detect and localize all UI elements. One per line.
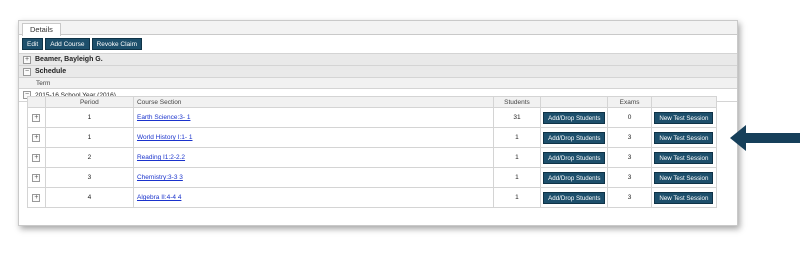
students-cell: 1 <box>492 147 542 168</box>
period-cell: 4 <box>44 187 134 208</box>
toolbar: Edit Add Course Revoke Claim <box>19 35 737 53</box>
add-drop-students-button[interactable]: Add/Drop Students <box>543 191 606 204</box>
add-course-button[interactable]: Add Course <box>45 38 90 50</box>
students-cell: 1 <box>492 127 542 148</box>
collapse-icon[interactable]: − <box>23 67 31 76</box>
students-cell: 31 <box>492 107 542 128</box>
course-section-cell: Earth Science:3- 1 <box>132 107 494 128</box>
course-link[interactable]: World History I:1- 1 <box>137 134 193 141</box>
period-cell: 1 <box>44 107 134 128</box>
course-section-cell: Reading I1:2-2.2 <box>132 147 494 168</box>
new-test-session-button[interactable]: New Test Session <box>654 191 714 204</box>
add-drop-cell: Add/Drop Students <box>540 107 609 128</box>
add-drop-cell: Add/Drop Students <box>540 127 609 148</box>
schedule-label: Schedule <box>35 68 67 75</box>
row-expand-cell: + <box>27 147 46 168</box>
table-row: +2 Reading I1:2-2.2 1 Add/Drop Students 3 New… <box>27 147 718 168</box>
row-expand-cell: + <box>27 167 46 188</box>
period-cell: 1 <box>44 127 134 148</box>
schedule-section[interactable]: − Schedule <box>19 65 737 77</box>
students-cell: 1 <box>492 187 542 208</box>
add-drop-students-button[interactable]: Add/Drop Students <box>543 151 606 164</box>
course-section-cell: Algebra II:4-4 4 <box>132 187 494 208</box>
course-link[interactable]: Chemistry:3-3 3 <box>137 174 183 181</box>
expand-column-header <box>27 96 46 108</box>
course-section-cell: Chemistry:3-3 3 <box>132 167 494 188</box>
period-cell: 3 <box>44 167 134 188</box>
new-test-session-button[interactable]: New Test Session <box>654 151 714 164</box>
course-link[interactable]: Reading I1:2-2.2 <box>137 154 185 161</box>
period-header: Period <box>44 96 134 108</box>
schedule-table: Period Course Section Students Exams +1 E… <box>27 96 718 208</box>
new-test-session-button[interactable]: New Test Session <box>654 171 714 184</box>
student-name: Beamer, Bayleigh G. <box>35 56 103 63</box>
expand-icon[interactable]: + <box>32 133 41 142</box>
expand-icon[interactable]: + <box>32 153 41 162</box>
new-test-column-header <box>650 96 718 108</box>
course-link[interactable]: Algebra II:4-4 4 <box>137 194 181 201</box>
tab-details[interactable]: Details <box>22 23 61 36</box>
add-drop-students-button[interactable]: Add/Drop Students <box>543 111 606 124</box>
expand-icon[interactable]: + <box>32 173 41 182</box>
arrow-pointer-icon <box>730 125 800 151</box>
course-link[interactable]: Earth Science:3- 1 <box>137 114 190 121</box>
add-drop-cell: Add/Drop Students <box>540 187 609 208</box>
add-drop-students-button[interactable]: Add/Drop Students <box>543 131 606 144</box>
exams-cell: 3 <box>607 167 652 188</box>
new-test-cell: New Test Session <box>650 187 718 208</box>
student-section[interactable]: + Beamer, Bayleigh G. <box>19 53 737 65</box>
tab-bar: Details <box>19 21 737 36</box>
row-expand-cell: + <box>27 127 46 148</box>
exams-cell: 0 <box>607 107 652 128</box>
add-drop-students-button[interactable]: Add/Drop Students <box>543 171 606 184</box>
row-expand-cell: + <box>27 107 46 128</box>
new-test-session-button[interactable]: New Test Session <box>654 111 714 124</box>
new-test-cell: New Test Session <box>650 127 718 148</box>
table-header-row: Period Course Section Students Exams <box>27 96 718 108</box>
add-drop-cell: Add/Drop Students <box>540 167 609 188</box>
table-row: +1 Earth Science:3- 1 31 Add/Drop Students 0… <box>27 107 718 128</box>
add-drop-column-header <box>540 96 609 108</box>
exams-cell: 3 <box>607 147 652 168</box>
expand-icon[interactable]: + <box>23 55 31 64</box>
course-section-cell: World History I:1- 1 <box>132 127 494 148</box>
table-row: +3 Chemistry:3-3 3 1 Add/Drop Students 3 New … <box>27 167 718 188</box>
students-header: Students <box>492 96 542 108</box>
expand-icon[interactable]: + <box>32 193 41 202</box>
table-row: +4 Algebra II:4-4 4 1 Add/Drop Students 3 New… <box>27 187 718 208</box>
revoke-claim-button[interactable]: Revoke Claim <box>91 38 142 50</box>
new-test-session-button[interactable]: New Test Session <box>654 131 714 144</box>
edit-button[interactable]: Edit <box>22 38 44 50</box>
exams-cell: 3 <box>607 187 652 208</box>
term-header: Term <box>19 77 737 89</box>
period-cell: 2 <box>44 147 134 168</box>
exams-cell: 3 <box>607 127 652 148</box>
row-expand-cell: + <box>27 187 46 208</box>
exams-header: Exams <box>607 96 652 108</box>
expand-icon[interactable]: + <box>32 113 41 122</box>
add-drop-cell: Add/Drop Students <box>540 147 609 168</box>
table-row: +1 World History I:1- 1 1 Add/Drop Students… <box>27 127 718 148</box>
new-test-cell: New Test Session <box>650 147 718 168</box>
course-section-header: Course Section <box>132 96 494 108</box>
new-test-cell: New Test Session <box>650 107 718 128</box>
new-test-cell: New Test Session <box>650 167 718 188</box>
students-cell: 1 <box>492 167 542 188</box>
